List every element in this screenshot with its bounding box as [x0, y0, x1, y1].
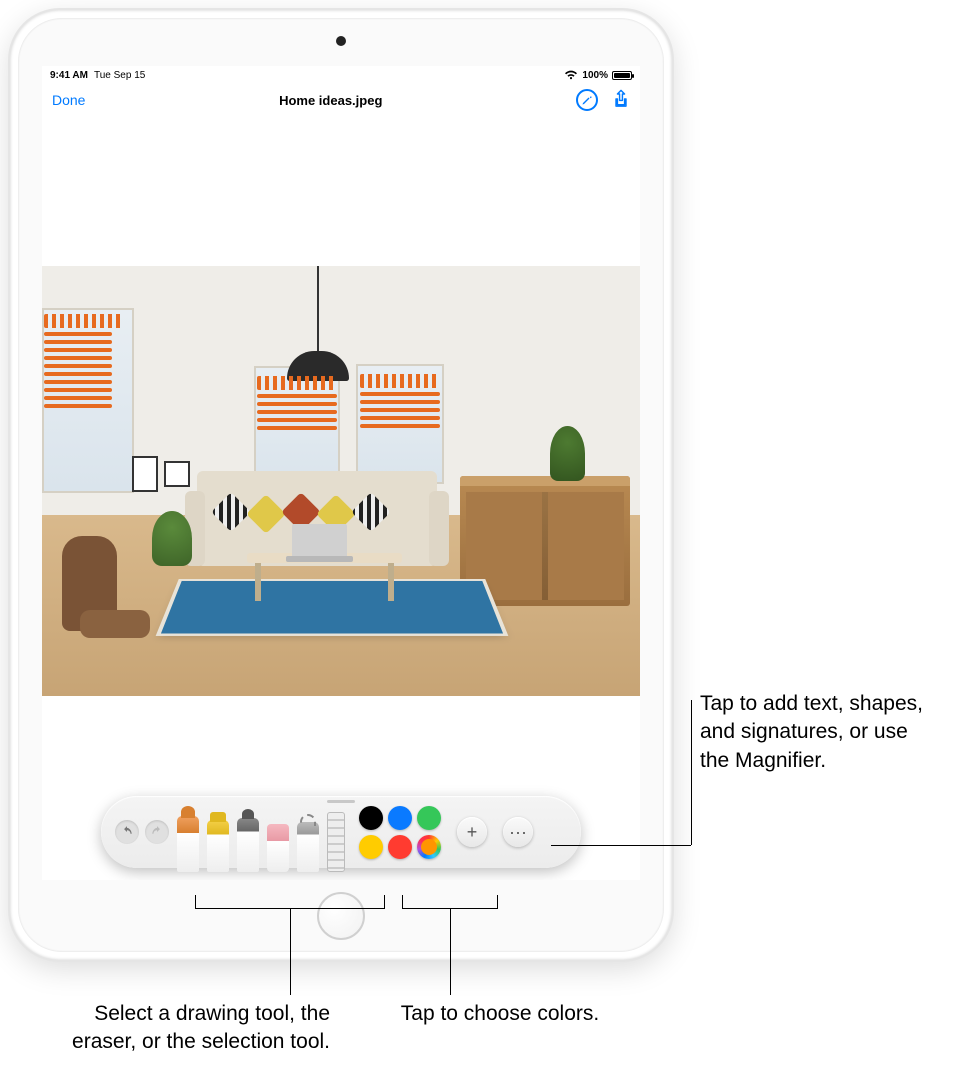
- color-swatch-black[interactable]: [359, 806, 383, 830]
- color-palette: [359, 806, 441, 859]
- ipad-device-frame: 9:41 AM Tue Sep 15 100% Done Home ideas.…: [10, 10, 672, 960]
- markup-scribble-middle: [257, 376, 337, 434]
- ruler-tool[interactable]: [327, 812, 345, 872]
- share-icon[interactable]: [612, 89, 630, 112]
- status-date: Tue Sep 15: [94, 70, 145, 81]
- done-button[interactable]: Done: [52, 92, 85, 108]
- color-swatch-blue[interactable]: [388, 806, 412, 830]
- drawing-tools-group: [177, 796, 345, 868]
- markup-scribble-right: [360, 374, 440, 432]
- screen: 9:41 AM Tue Sep 15 100% Done Home ideas.…: [42, 66, 640, 880]
- redo-button[interactable]: [145, 820, 169, 844]
- pendant-lamp: [317, 266, 319, 351]
- status-time: 9:41 AM: [50, 70, 88, 81]
- callout-tools-leader: [290, 909, 291, 995]
- status-bar: 9:41 AM Tue Sep 15 100%: [42, 66, 640, 84]
- lasso-selection-tool[interactable]: [297, 822, 319, 872]
- callout-colors: Tap to choose colors.: [400, 1000, 600, 1028]
- edited-photo[interactable]: [42, 266, 640, 696]
- front-camera: [336, 36, 346, 46]
- callout-add: Tap to add text, shapes, and signatures,…: [700, 690, 935, 775]
- markup-scribble-left: [44, 314, 124, 412]
- eraser-tool[interactable]: [267, 824, 289, 872]
- callout-tools-bracket: [195, 895, 385, 909]
- toolbar-grabber[interactable]: [327, 800, 355, 803]
- callout-add-leader-v: [691, 700, 692, 845]
- markup-toolbar: + ···: [101, 796, 581, 868]
- marker-tool[interactable]: [207, 820, 229, 872]
- callout-colors-leader: [450, 909, 451, 995]
- color-swatch-red[interactable]: [388, 835, 412, 859]
- battery-icon: [612, 71, 632, 80]
- callout-colors-bracket: [402, 895, 498, 909]
- pen-tool[interactable]: [177, 816, 199, 872]
- more-button[interactable]: ···: [503, 817, 533, 847]
- markup-toggle-icon[interactable]: [576, 89, 598, 111]
- armchair: [62, 536, 157, 656]
- color-swatch-yellow[interactable]: [359, 835, 383, 859]
- battery-percent: 100%: [582, 70, 608, 81]
- undo-button[interactable]: [115, 820, 139, 844]
- navigation-bar: Done Home ideas.jpeg: [42, 84, 640, 116]
- color-swatch-multicolor[interactable]: [417, 835, 441, 859]
- pencil-tool[interactable]: [237, 818, 259, 872]
- callout-tools: Select a drawing tool, the eraser, or th…: [50, 1000, 330, 1057]
- add-button[interactable]: +: [457, 817, 487, 847]
- document-title: Home ideas.jpeg: [85, 93, 576, 108]
- color-swatch-green[interactable]: [417, 806, 441, 830]
- callout-add-leader: [551, 845, 691, 846]
- wifi-icon: [564, 70, 578, 80]
- content-area: + ···: [42, 116, 640, 880]
